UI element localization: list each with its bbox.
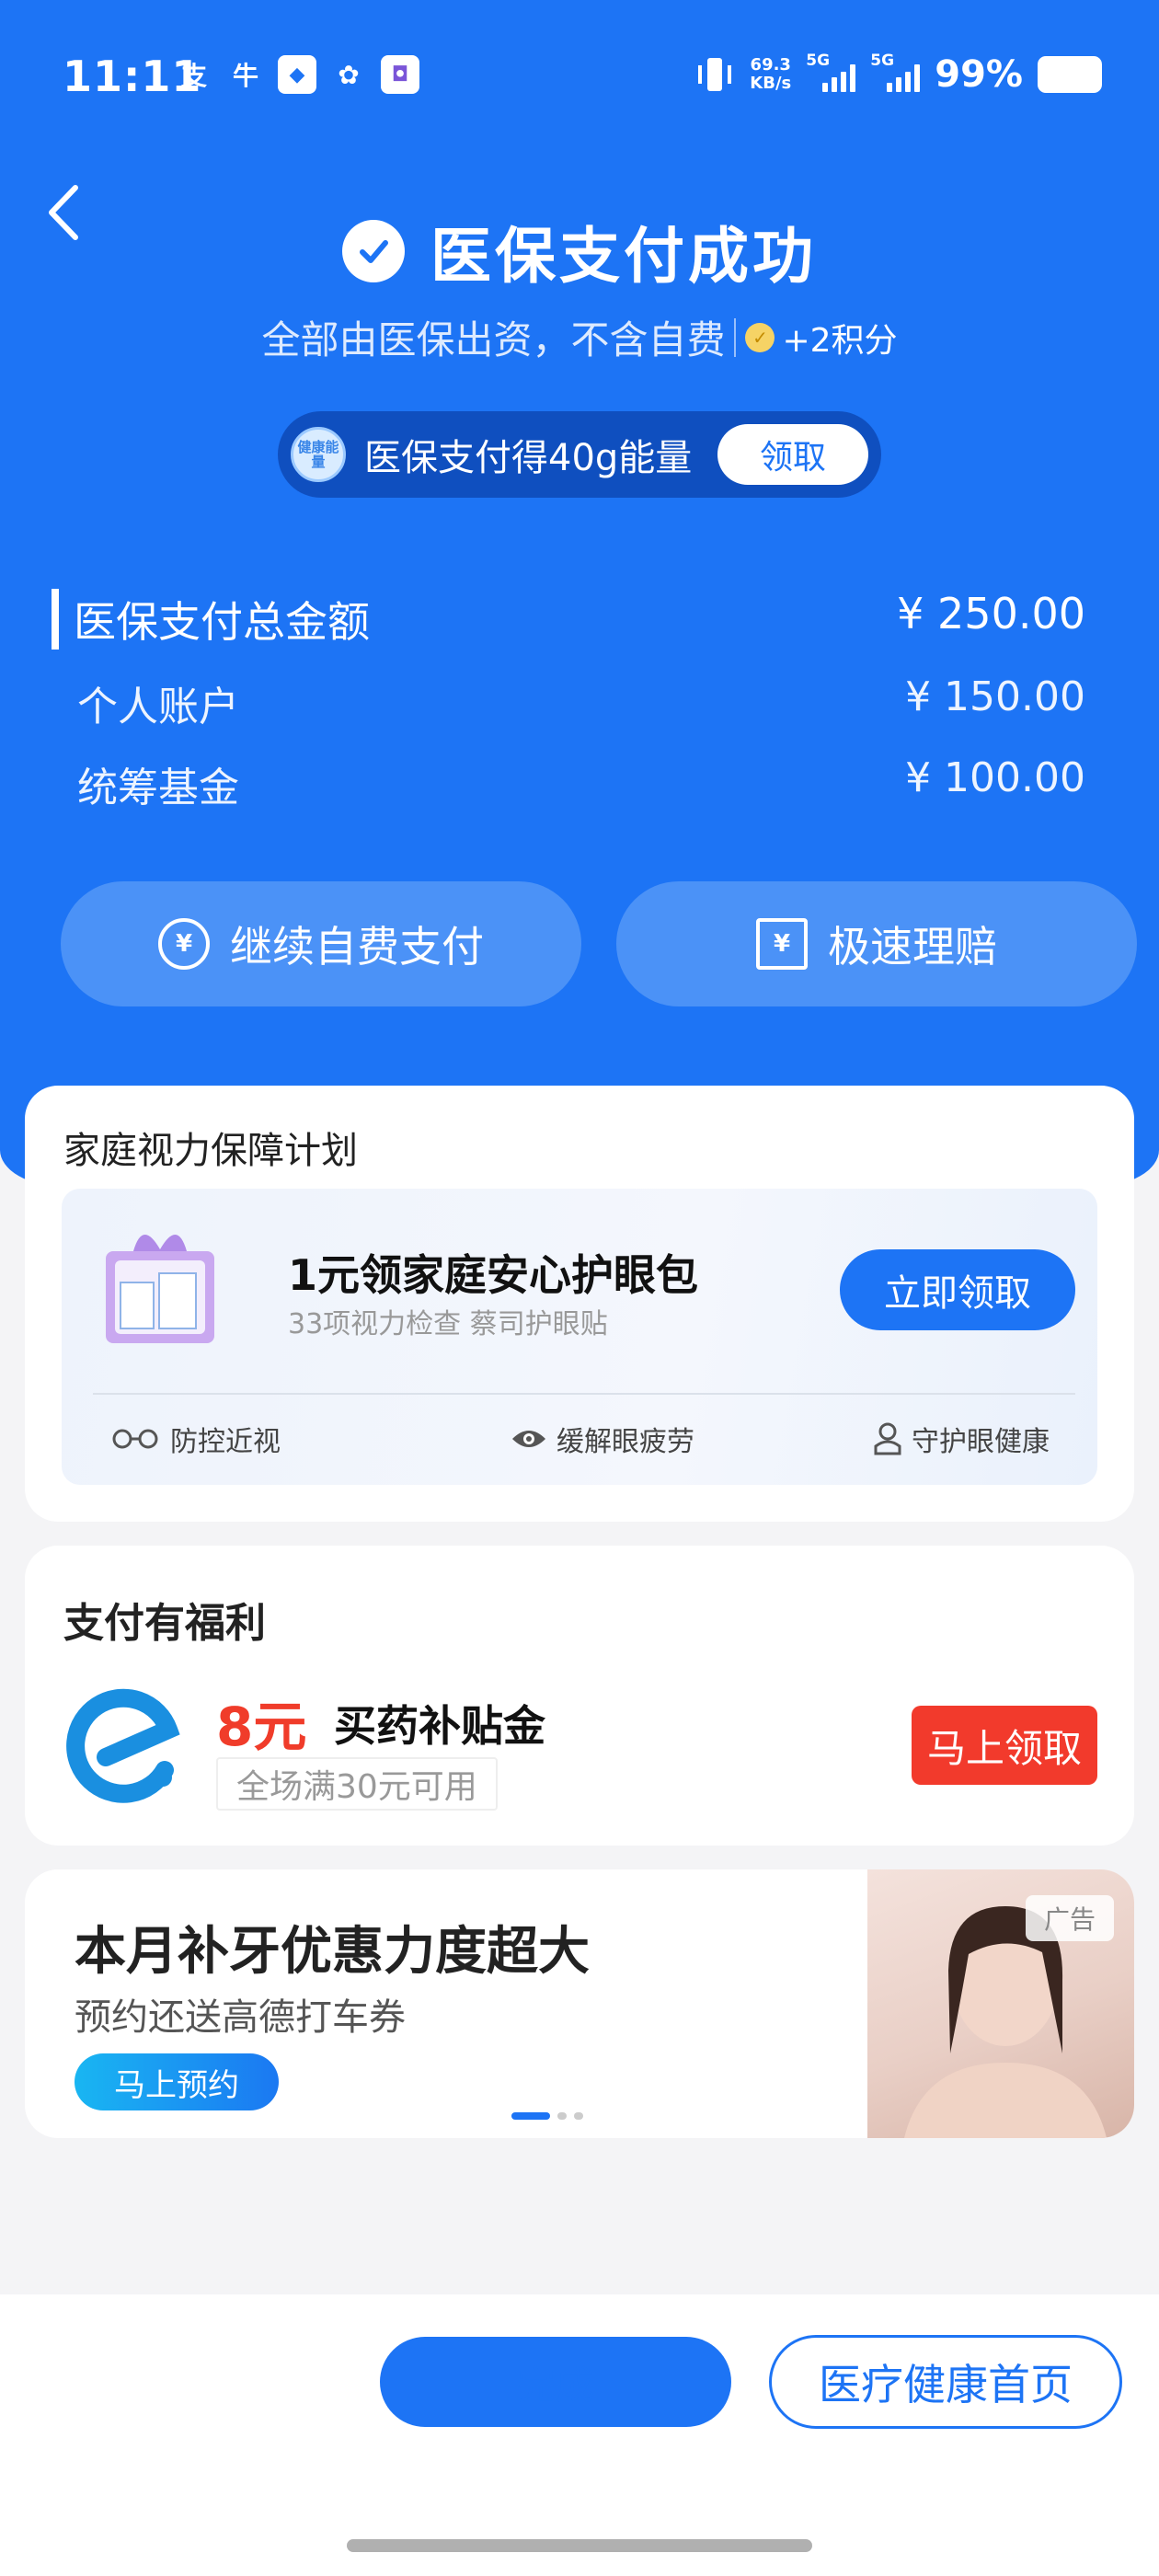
eleme-logo-icon [66,1688,180,1803]
person-shield-icon [874,1422,901,1455]
alipay-notify-icon: 支 [180,61,207,91]
app-notify-icon: ◆ [278,55,316,94]
points-reward: +2积分 [782,321,898,360]
total-amount-row: 医保支付总金额 ¥ 250.00 [52,589,1085,650]
done-button[interactable]: 完成 [380,2337,731,2427]
coupon-amount: 8元 [216,1696,307,1758]
battery-percent: 99% [935,53,1023,96]
book-now-button[interactable]: 马上预约 [75,2053,279,2110]
vibrate-icon [698,58,732,91]
gift-box-icon [106,1234,214,1343]
bottom-action-bar: 完成 医疗健康首页 [0,2294,1159,2576]
status-bar: 11:11 支 牛 ◆ ✿ ◘ 69.3 KB/s 5G 5G 99% [0,0,1159,156]
battery-icon [1038,56,1102,93]
network-speed: 69.3 KB/s [750,55,792,93]
page-title: 医保支付成功 [0,207,1159,295]
energy-text: 医保支付得40g能量 [364,437,693,479]
feature-protect: 守护眼健康 [873,1419,1050,1459]
subtitle-text: 全部由医保出资，不含自费 [261,317,726,362]
health-home-button[interactable]: 医疗健康首页 [769,2335,1122,2429]
energy-banner: 健康能量 医保支付得40g能量 领取 [278,411,881,498]
payment-benefit-card: 支付有福利 8元 买药补贴金 全场满30元可用 马上领取 [25,1546,1134,1846]
amount-value: ¥ 100.00 [905,754,1085,801]
signal-icon: 5G [806,52,856,92]
feature-myopia: 防控近视 [109,1419,281,1459]
amount-label: 统筹基金 [77,765,239,811]
app-notify-icon: ◘ [381,55,419,94]
claim-now-button[interactable]: 立即领取 [840,1249,1075,1330]
coin-icon: ✓ [745,322,775,352]
home-indicator[interactable] [347,2539,812,2552]
signal-icon: 5G [870,52,921,92]
wechat-notify-icon: ✿ [338,59,360,90]
vision-plan-card: 家庭视力保障计划 1元领家庭安心护眼包 33项视力检查 蔡司护眼贴 立即领取 防… [25,1086,1134,1522]
feature-fatigue: 缓解眼疲劳 [511,1419,694,1459]
ad-title: 本月补牙优惠力度超大 [75,1922,590,1982]
total-label: 医保支付总金额 [52,589,370,650]
notification-icons: 支 牛 ◆ ✿ ◘ [175,55,419,94]
yuan-refresh-icon: ¥ [158,918,210,970]
app-notify-icon: 牛 [232,61,258,91]
amount-label: 个人账户 [77,684,239,730]
claim-coupon-button[interactable]: 马上领取 [912,1706,1097,1785]
coupon-condition: 全场满30元可用 [216,1757,498,1811]
card-title: 支付有福利 [63,1600,266,1647]
ad-banner[interactable]: 本月补牙优惠力度超大 预约还送高德打车券 马上预约 广告 [25,1869,1134,2138]
pooled-fund-row: 统筹基金 ¥ 100.00 [55,754,1085,813]
divider [93,1393,1075,1395]
title-text: 医保支付成功 [430,221,817,292]
total-value: ¥ 250.00 [897,589,1085,638]
personal-account-row: 个人账户 ¥ 150.00 [55,673,1085,732]
fast-claim-button[interactable]: ¥ 极速理赔 [616,881,1137,1006]
check-icon [342,220,405,282]
coupon-title: 买药补贴金 [334,1701,545,1751]
ad-tag: 广告 [1026,1895,1114,1941]
health-energy-icon: 健康能量 [291,427,346,482]
claim-energy-button[interactable]: 领取 [717,424,868,485]
payment-subtitle: 全部由医保出资，不含自费 ✓ +2积分 [0,309,1159,365]
eye-icon [512,1431,545,1447]
offer-headline: 1元领家庭安心护眼包 [288,1250,699,1300]
self-pay-button[interactable]: ¥ 继续自费支付 [61,881,581,1006]
vision-offer[interactable]: 1元领家庭安心护眼包 33项视力检查 蔡司护眼贴 立即领取 防控近视 缓解眼疲劳… [62,1189,1097,1485]
glasses-icon [112,1429,158,1449]
offer-sub: 33项视力检查 蔡司护眼贴 [288,1308,608,1340]
divider [734,317,737,357]
ad-description: 预约还送高德打车券 [75,1996,406,2039]
amount-value: ¥ 150.00 [905,673,1085,720]
carousel-indicator [511,2112,583,2120]
yuan-receipt-icon: ¥ [756,918,808,970]
card-title: 家庭视力保障计划 [63,1130,358,1172]
